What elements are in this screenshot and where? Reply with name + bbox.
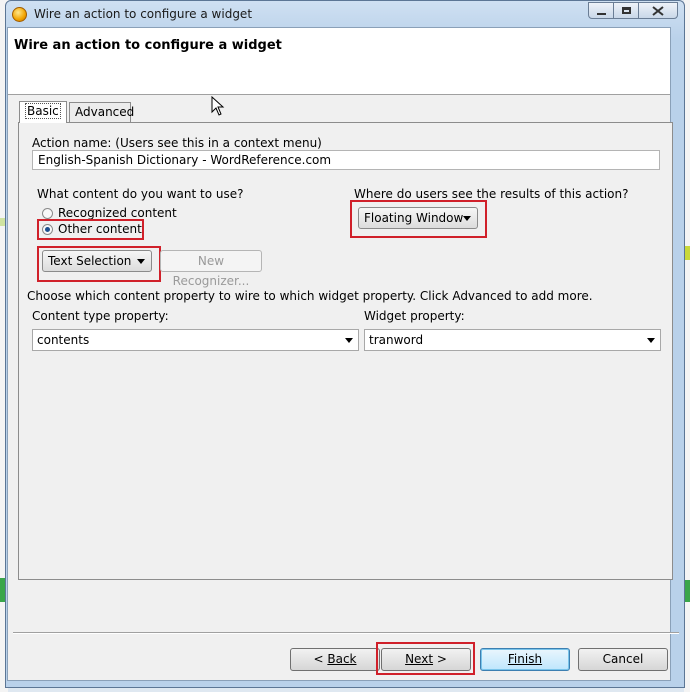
minimize-button[interactable] bbox=[588, 2, 614, 19]
action-name-input[interactable]: English-Spanish Dictionary - WordReferen… bbox=[32, 150, 660, 170]
maximize-icon bbox=[621, 7, 631, 14]
highlight-box bbox=[350, 200, 487, 238]
back-label: Back bbox=[327, 652, 357, 666]
footer-separator bbox=[13, 632, 679, 634]
highlight-box bbox=[37, 219, 144, 240]
results-question-label: Where do users see the results of this a… bbox=[354, 187, 629, 201]
widget-property-value: tranword bbox=[369, 333, 424, 347]
finish-button[interactable]: Finish bbox=[480, 648, 570, 671]
content-question-label: What content do you want to use? bbox=[37, 187, 244, 201]
tab-basic[interactable]: Basic bbox=[19, 101, 67, 123]
content-type-label: Content type property: bbox=[32, 309, 169, 323]
cancel-button[interactable]: Cancel bbox=[578, 648, 668, 671]
dialog-header: Wire an action to configure a widget bbox=[8, 28, 670, 95]
tab-advanced[interactable]: Advanced bbox=[69, 102, 134, 122]
highlight-box bbox=[376, 642, 475, 675]
maximize-button[interactable] bbox=[613, 2, 639, 19]
widget-property-select[interactable]: tranword bbox=[364, 329, 661, 351]
back-prefix: < bbox=[313, 652, 328, 666]
recognized-content-radio[interactable] bbox=[42, 208, 53, 219]
recognized-content-label[interactable]: Recognized content bbox=[58, 206, 177, 220]
page-title: Wire an action to configure a widget bbox=[14, 38, 282, 53]
chevron-down-icon bbox=[647, 338, 655, 343]
minimize-icon bbox=[596, 12, 606, 15]
close-button[interactable] bbox=[638, 2, 678, 19]
widget-property-label: Widget property: bbox=[364, 309, 465, 323]
content-type-select[interactable]: contents bbox=[32, 329, 359, 351]
tab-basic-label: Basic bbox=[25, 103, 61, 119]
content-type-value: contents bbox=[37, 333, 90, 347]
mouse-cursor-icon bbox=[211, 96, 225, 116]
window-title: Wire an action to configure a widget bbox=[34, 7, 253, 21]
window-controls bbox=[588, 2, 678, 19]
mapping-instruction: Choose which content property to wire to… bbox=[27, 289, 593, 303]
highlight-box bbox=[37, 246, 161, 282]
title-bar[interactable]: Wire an action to configure a widget bbox=[6, 1, 684, 28]
action-name-label: Action name: (Users see this in a contex… bbox=[32, 136, 322, 150]
app-icon bbox=[12, 7, 27, 22]
close-icon bbox=[652, 5, 664, 16]
new-recognizer-button[interactable]: New Recognizer... bbox=[160, 250, 262, 288]
chevron-down-icon bbox=[345, 338, 353, 343]
back-button[interactable]: < Back bbox=[290, 648, 380, 671]
finish-label: Finish bbox=[507, 652, 543, 666]
